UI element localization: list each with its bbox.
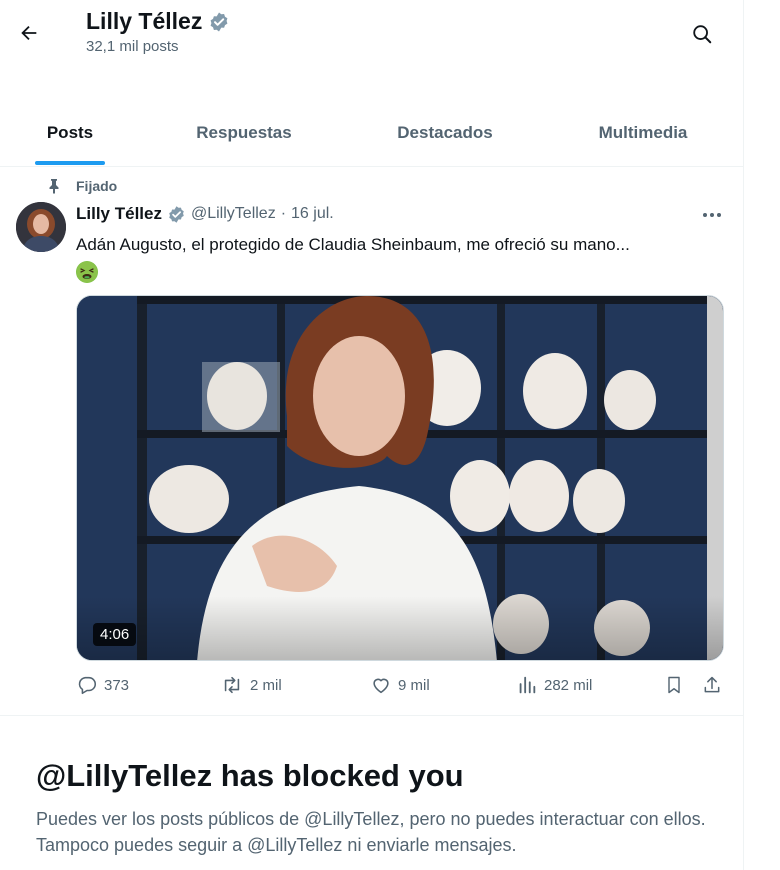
profile-title-block: Lilly Téllez 32,1 mil posts (86, 8, 230, 55)
post-text: Adán Augusto, el protegido de Claudia Sh… (76, 235, 630, 254)
repost-count: 2 mil (250, 676, 282, 694)
views-button[interactable]: 282 mil (516, 674, 592, 696)
pin-icon (49, 179, 59, 194)
tab-label: Multimedia (598, 123, 688, 142)
post-actions: 373 2 mil 9 mil 282 mil (76, 674, 724, 704)
blocked-title: @LillyTellez has blocked you (36, 758, 464, 793)
like-button[interactable]: 9 mil (370, 674, 430, 696)
post-date[interactable]: 16 jul. (291, 205, 334, 223)
author-handle[interactable]: @LillyTellez (191, 205, 276, 223)
more-options-button[interactable] (698, 204, 726, 226)
tab-respuestas[interactable]: Respuestas (140, 100, 348, 166)
separator-dot: · (280, 205, 287, 222)
pinned-label: Fijado (76, 178, 118, 194)
search-button[interactable] (684, 16, 720, 52)
pinned-post[interactable]: Fijado Lilly Téllez @LillyTellez · 16 ju… (0, 168, 744, 716)
profile-name: Lilly Téllez (86, 8, 203, 34)
blocked-description: Puedes ver los posts públicos de @LillyT… (36, 809, 706, 855)
tab-posts[interactable]: Posts (0, 100, 140, 166)
repost-button[interactable]: 2 mil (220, 674, 282, 696)
avatar-image (16, 202, 66, 252)
bookmark-icon (668, 676, 680, 694)
verified-badge-icon (169, 205, 184, 223)
reply-button[interactable]: 373 (76, 674, 129, 696)
search-icon (693, 25, 712, 44)
blocked-notice: @LillyTellez has blocked you Puedes ver … (36, 756, 716, 858)
main-column: Lilly Téllez 32,1 mil posts Posts Respue… (0, 0, 744, 870)
more-horizontal-icon (703, 213, 721, 217)
views-count: 282 mil (544, 676, 593, 694)
verified-badge-icon (210, 12, 228, 31)
video-thumbnail (77, 296, 723, 660)
bookmark-button[interactable] (664, 674, 684, 696)
tab-destacados[interactable]: Destacados (348, 100, 542, 166)
heart-icon (373, 678, 389, 694)
author-name[interactable]: Lilly Téllez (76, 204, 162, 224)
avatar[interactable] (16, 202, 66, 252)
profile-header: Lilly Téllez 32,1 mil posts (0, 0, 744, 70)
arrow-left-icon (21, 25, 37, 41)
tab-label: Destacados (397, 123, 493, 142)
active-tab-indicator (35, 161, 105, 165)
reply-icon (78, 676, 97, 695)
pinned-indicator: Fijado (46, 178, 117, 194)
profile-tabs: Posts Respuestas Destacados Multimedia (0, 100, 744, 167)
post-text-block: Adán Augusto, el protegido de Claudia Sh… (76, 232, 716, 290)
share-button[interactable] (702, 674, 722, 696)
share-icon (704, 676, 720, 693)
like-count: 9 mil (398, 676, 430, 694)
tab-label: Respuestas (196, 123, 292, 142)
post-header: Lilly Téllez @LillyTellez · 16 jul. (76, 204, 334, 224)
reply-count: 373 (104, 676, 130, 694)
video-player[interactable]: 4:06 (76, 295, 724, 661)
repost-icon (224, 676, 240, 694)
analytics-icon (519, 676, 536, 694)
back-button[interactable] (12, 16, 46, 50)
nauseated-face-icon (76, 261, 98, 283)
post-count: 32,1 mil posts (86, 38, 179, 55)
video-duration: 4:06 (93, 623, 137, 646)
tab-label: Posts (46, 123, 94, 142)
tab-multimedia[interactable]: Multimedia (542, 100, 744, 166)
